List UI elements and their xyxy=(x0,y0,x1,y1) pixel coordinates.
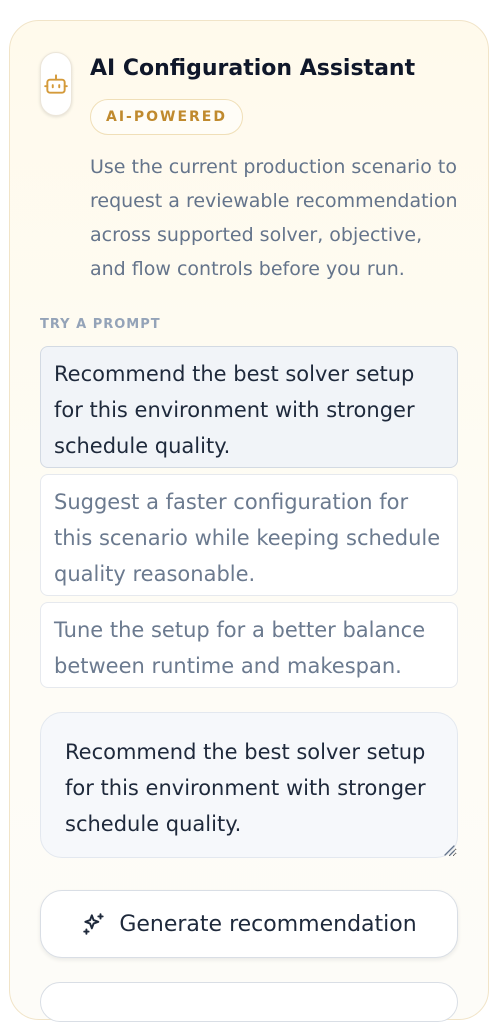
assistant-title: AI Configuration Assistant xyxy=(90,56,416,81)
generate-recommendation-button[interactable]: Generate recommendation xyxy=(40,890,458,958)
generate-recommendation-label: Generate recommendation xyxy=(119,911,417,937)
prompt-suggestion-2[interactable]: Suggest a faster configuration for this … xyxy=(40,474,458,596)
secondary-action-button[interactable] xyxy=(40,982,458,1022)
assistant-description: Use the current production scenario to r… xyxy=(90,156,458,280)
assistant-avatar xyxy=(40,52,72,116)
sparkles-icon xyxy=(83,913,104,935)
ai-powered-badge: AI-POWERED xyxy=(90,99,243,135)
prompt-suggestion-1[interactable]: Recommend the best solver setup for this… xyxy=(40,346,458,468)
resize-handle-icon[interactable] xyxy=(441,842,455,856)
prompt-suggestion-3[interactable]: Tune the setup for a better balance betw… xyxy=(40,602,458,688)
prompt-textarea[interactable]: Recommend the best solver setup for this… xyxy=(40,712,458,858)
try-a-prompt-label: TRY A PROMPT xyxy=(40,317,161,332)
robot-icon xyxy=(44,74,68,94)
